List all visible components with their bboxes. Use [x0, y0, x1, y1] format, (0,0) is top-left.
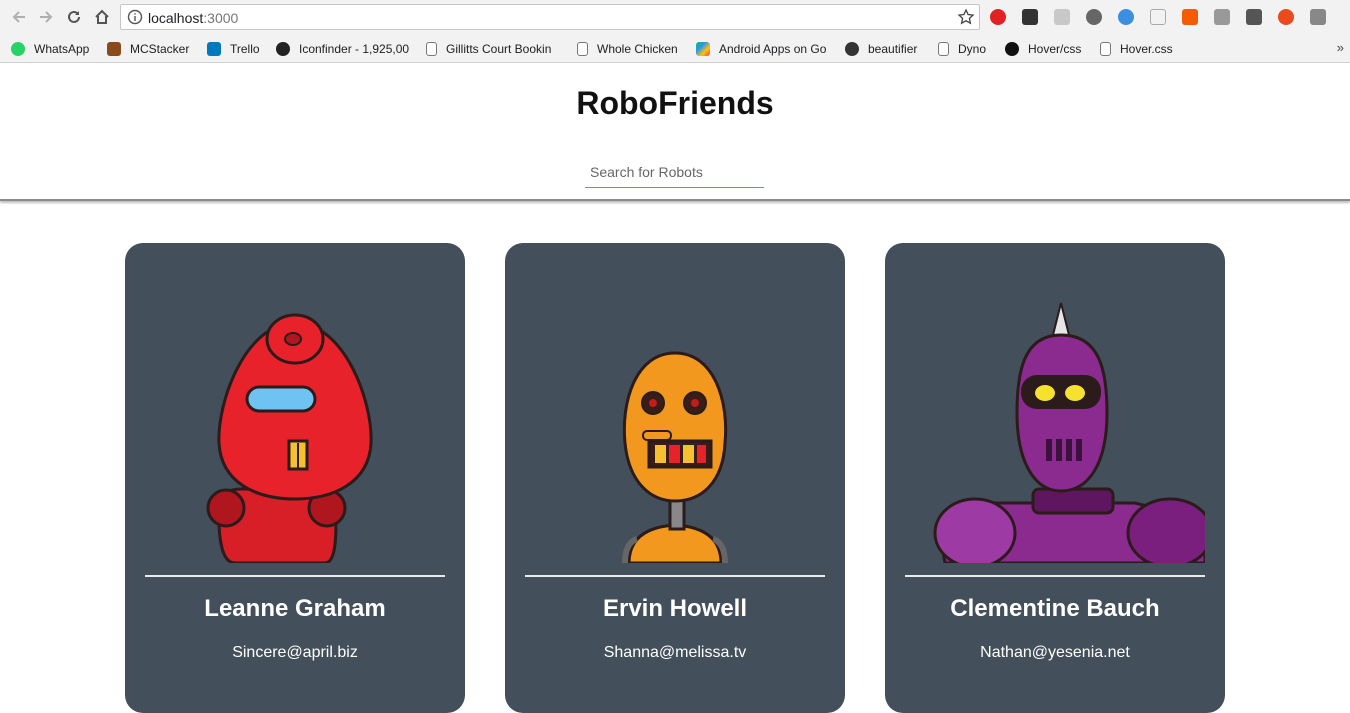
vue-extension-icon[interactable] [1310, 9, 1326, 25]
adblock-extension-icon[interactable] [1022, 9, 1038, 25]
bookmark-android-apps[interactable]: Android Apps on Go [696, 40, 832, 57]
bookmark-label: Dyno [958, 41, 987, 56]
robot-name: Clementine Bauch [950, 595, 1160, 622]
fb-extension-icon[interactable] [1246, 9, 1262, 25]
reload-icon [68, 10, 80, 23]
off-extension-icon[interactable] [1182, 9, 1198, 25]
robot-email: Shanna@melissa.tv [603, 644, 747, 661]
bookmark-label: WhatsApp [34, 41, 90, 56]
page-icon [1100, 41, 1111, 56]
google-play-icon [696, 41, 710, 56]
card-divider [905, 575, 1205, 577]
gear-extension-icon[interactable] [1086, 9, 1102, 25]
bookmarks-overflow-button[interactable]: » [1337, 40, 1344, 55]
bookmark-hover-css-github[interactable]: Hover/css [1005, 40, 1089, 57]
robot-card[interactable]: Ervin Howell Shanna@melissa.tv [505, 243, 845, 713]
pdf-extension-icon[interactable] [1054, 9, 1070, 25]
robot-image [206, 313, 373, 563]
page-icon [426, 41, 437, 56]
bookmark-label: Trello [230, 41, 260, 56]
bookmark-label: Whole Chicken [597, 41, 678, 56]
arrow-right-icon [40, 11, 53, 23]
card-divider [525, 575, 825, 577]
bookmark-label: Android Apps on Go [719, 41, 827, 56]
home-button[interactable] [91, 6, 113, 28]
whatsapp-icon [11, 41, 25, 56]
bookmark-mcstacker[interactable]: MCStacker [107, 40, 195, 57]
card-divider [145, 575, 445, 577]
mcstacker-icon [107, 41, 121, 56]
info-icon [127, 9, 143, 25]
url-host: localhost [148, 10, 204, 26]
infinity-extension-icon[interactable] [1278, 9, 1294, 25]
page-title: RoboFriends [576, 85, 774, 121]
robot-image [933, 302, 1205, 563]
opera-extension-icon[interactable] [990, 9, 1006, 25]
bookmark-whole-chicken[interactable]: Whole Chicken [577, 40, 685, 57]
address-bar[interactable]: localhost:3000 [120, 4, 980, 30]
iconfinder-icon [276, 41, 290, 56]
bookmark-star-icon[interactable] [957, 8, 975, 26]
url-port: :3000 [203, 10, 239, 26]
url-text: localhost:3000 [148, 10, 238, 26]
robot-email: Sincere@april.biz [232, 644, 358, 661]
home-icon [95, 9, 109, 24]
search-input[interactable] [585, 156, 764, 188]
robot-email: Nathan@yesenia.net [980, 644, 1130, 661]
bookmark-gillitts[interactable]: Gillitts Court Bookin [426, 40, 562, 57]
json-extension-icon[interactable] [1150, 9, 1166, 25]
bookmark-label: Gillitts Court Bookin [446, 41, 552, 56]
bookmark-dyno[interactable]: Dyno [938, 40, 996, 57]
bookmark-label: Iconfinder - 1,925,00 [299, 41, 410, 56]
note-extension-icon[interactable] [1214, 9, 1230, 25]
bookmark-label: beautifier [868, 41, 918, 56]
github-icon [1005, 41, 1019, 56]
bookmark-label: MCStacker [130, 41, 190, 56]
robot-card[interactable]: Leanne Graham Sincere@april.biz [125, 243, 465, 713]
bookmark-hover-css[interactable]: Hover.css [1100, 40, 1180, 57]
beautifier-icon [845, 41, 859, 56]
robot-image [622, 351, 728, 563]
bookmark-whatsapp[interactable]: WhatsApp [11, 40, 96, 57]
arrow-left-icon [12, 11, 25, 23]
bookmark-beautifier[interactable]: beautifier [845, 40, 927, 57]
check-extension-icon[interactable] [1118, 9, 1134, 25]
robot-name: Leanne Graham [204, 595, 386, 622]
browser-toolbar: localhost:3000 [0, 0, 1350, 35]
page-icon [577, 41, 588, 56]
bookmarks-bar: WhatsApp MCStacker Trello Iconfinder - 1… [0, 35, 1350, 63]
forward-button[interactable] [35, 6, 57, 28]
bookmark-label: Hover.css [1120, 41, 1173, 56]
bookmark-iconfinder[interactable]: Iconfinder - 1,925,00 [276, 40, 414, 57]
robot-name: Ervin Howell [602, 595, 748, 622]
page-icon [938, 41, 949, 56]
bookmark-trello[interactable]: Trello [207, 40, 265, 57]
bookmark-label: Hover/css [1028, 41, 1082, 56]
trello-icon [207, 41, 221, 56]
back-button[interactable] [8, 6, 30, 28]
robot-card[interactable]: Clementine Bauch Nathan@yesenia.net [885, 243, 1225, 713]
reload-button[interactable] [63, 6, 85, 28]
